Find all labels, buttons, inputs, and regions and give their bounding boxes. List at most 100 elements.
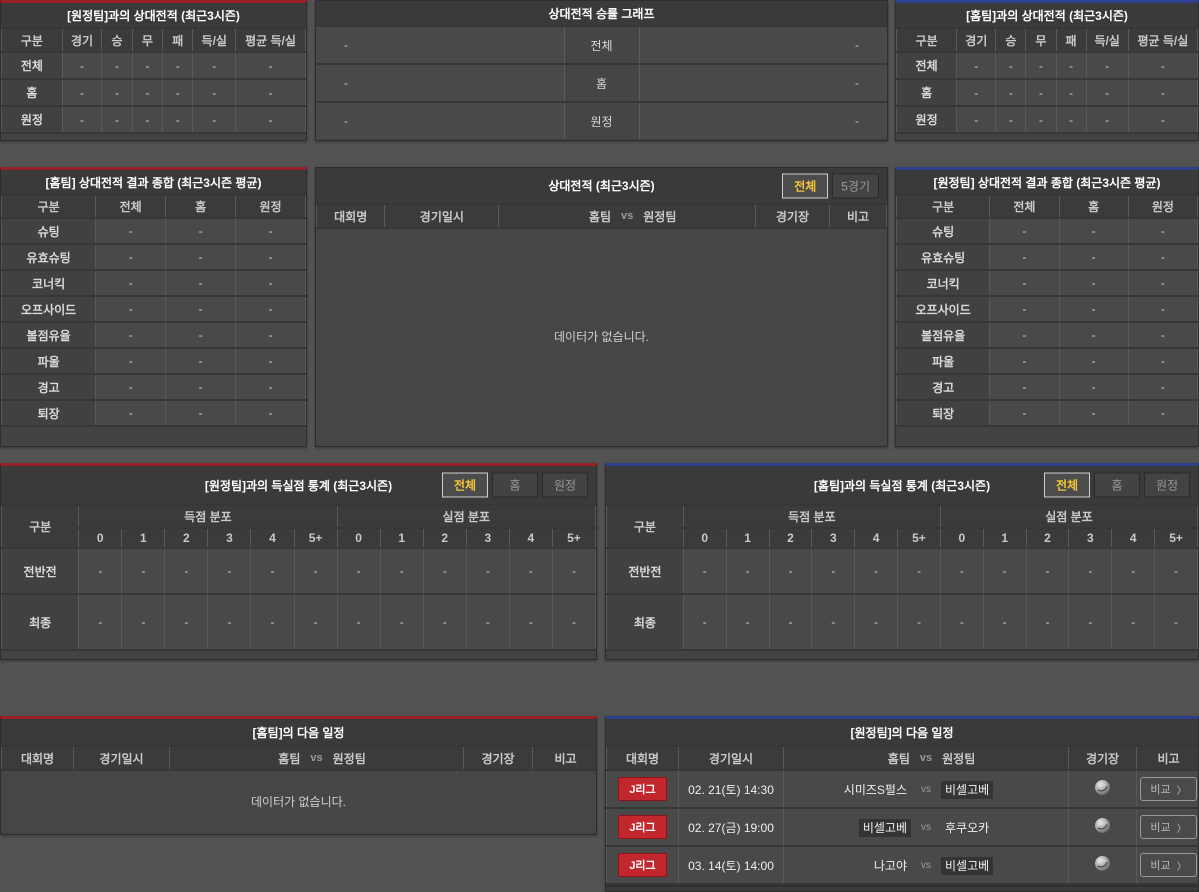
tab-home[interactable]: 홈 — [1094, 472, 1140, 498]
stadium-icon[interactable] — [1094, 779, 1111, 796]
stat-value: - — [1154, 547, 1198, 595]
chevron-right-icon: 〉 — [1176, 861, 1187, 873]
stat-value: - — [61, 51, 103, 80]
league-cell: J리그 — [606, 769, 679, 809]
col-header: 원정 — [1127, 194, 1198, 219]
stat-value: - — [235, 321, 306, 349]
stat-value: - — [811, 547, 856, 595]
row-label: 홈 — [896, 78, 958, 107]
panel-title: 상대전적 (최근3시즌) — [548, 179, 655, 193]
table-header-row: 구분 전체 홈 원정 — [896, 194, 1198, 219]
vs-label: vs — [310, 752, 323, 764]
col-header: 비고 — [532, 745, 596, 771]
col-header-match: 홈팀 vs 원정팀 — [169, 745, 464, 771]
stat-value: - — [1025, 105, 1057, 134]
stadium-icon[interactable] — [1094, 817, 1111, 834]
stat-value: - — [1055, 105, 1087, 134]
stat-value: - — [164, 547, 209, 595]
venue-tabs: 전체 홈 원정 — [1044, 472, 1190, 498]
col-header: 경기장 — [463, 745, 533, 771]
tab-all[interactable]: 전체 — [442, 472, 488, 498]
league-cell: J리그 — [606, 845, 679, 885]
panel-footer — [606, 885, 1198, 891]
stat-value: - — [989, 269, 1060, 297]
row-label: 볼점유율 — [896, 321, 991, 349]
stat-value: - — [1085, 105, 1129, 134]
tab-away[interactable]: 원정 — [542, 472, 588, 498]
col-header: 승 — [995, 27, 1027, 53]
tab-home[interactable]: 홈 — [492, 472, 538, 498]
col-header: 전체 — [989, 194, 1060, 219]
stat-value: - — [989, 347, 1060, 375]
col-header: 구분 — [1, 194, 97, 219]
col-header: 대회명 — [1, 745, 74, 771]
graph-left-value: - — [316, 103, 564, 139]
tab-away[interactable]: 원정 — [1144, 472, 1190, 498]
compare-button[interactable]: 비교 〉 — [1140, 853, 1197, 877]
stadium-cell — [1068, 845, 1137, 885]
panel-title: [홈팀]과의 득실점 통계 (최근3시즌) — [813, 478, 991, 493]
panel-title-bar: 상대전적 (최근3시즌) 전체 5경기 — [316, 168, 887, 203]
stat-value: - — [768, 547, 813, 595]
row-label: 퇴장 — [1, 399, 97, 427]
away-col-label: 원정팀 — [942, 751, 976, 766]
table-header-row: 구분 경기 승 무 패 득/실 평균 득/실 — [1, 27, 306, 53]
panel-title: 상대전적 승률 그래프 — [316, 1, 887, 25]
stat-value: - — [1058, 321, 1129, 349]
schedule-away-table: 대회명 경기일시 홈팀 vs 원정팀 경기장 비고 J리그 02. 21(토) … — [606, 745, 1198, 885]
table-row: 오프사이드 - - - — [1, 295, 306, 323]
row-label: 오프사이드 — [896, 295, 991, 323]
score-col: 4 — [508, 527, 553, 549]
stat-value: - — [989, 243, 1060, 271]
stat-value: - — [162, 105, 194, 134]
stat-value: - — [1058, 295, 1129, 323]
table-row: 원정 ------ — [1, 105, 306, 134]
stadium-icon[interactable] — [1094, 855, 1111, 872]
stat-value: - — [250, 547, 295, 595]
stat-value: - — [1127, 321, 1198, 349]
stat-value: - — [131, 51, 164, 80]
stat-value: - — [1058, 217, 1129, 245]
stat-value: - — [989, 295, 1060, 323]
panel-title: [홈팀]의 다음 일정 — [1, 719, 596, 745]
compare-button[interactable]: 비교 〉 — [1140, 777, 1197, 801]
score-col: 2 — [1025, 527, 1070, 549]
col-header: 대회명 — [316, 203, 386, 229]
row-label: 최종 — [1, 593, 80, 651]
stat-value: - — [162, 78, 194, 107]
stat-value: - — [465, 593, 510, 651]
table-row: 파울 - - - — [896, 347, 1198, 375]
graph-row-label: 전체 — [563, 27, 640, 63]
score-col: 4 — [854, 527, 899, 549]
compare-button[interactable]: 비교 〉 — [1140, 815, 1197, 839]
row-label: 전체 — [896, 51, 958, 80]
summary-home-table: 구분 전체 홈 원정 슈팅 - - - 유효슈팅 - - - 코너킥 - - - 오프사이드 - - -… — [1, 194, 306, 427]
venue-tabs: 전체 홈 원정 — [442, 472, 588, 498]
table-row: 오프사이드 - - - — [896, 295, 1198, 323]
panel-title-bar: [홈팀]과의 득실점 통계 (최근3시즌) 전체 홈 원정 — [606, 466, 1198, 504]
stat-value: - — [939, 593, 984, 651]
tab-5games[interactable]: 5경기 — [832, 173, 879, 198]
row-label: 볼점유율 — [1, 321, 97, 349]
vs-label: vs — [921, 859, 931, 871]
goals-home-table: 구분 득점 분포 실점 분포 0 1 2 3 4 5+ 0 1 2 3 4 5+ 전반전 -----… — [606, 504, 1198, 651]
table-group-header-row: 구분 득점 분포 실점 분포 — [606, 504, 1198, 549]
tab-all[interactable]: 전체 — [782, 173, 829, 198]
col-header: 비고 — [828, 203, 887, 229]
stat-value: - — [235, 295, 306, 323]
stat-value: - — [131, 78, 164, 107]
stat-value: - — [897, 593, 941, 651]
stat-value: - — [1127, 269, 1198, 297]
stat-value: - — [235, 347, 306, 375]
stat-value: - — [250, 593, 295, 651]
table-header-row: 대회명 경기일시 홈팀 vs 원정팀 경기장 비고 — [1, 745, 596, 771]
page: [원정팀]과의 상대전적 (최근3시즌) 구분 경기 승 무 패 득/실 평균 … — [0, 0, 1199, 892]
stat-value: - — [1127, 373, 1198, 401]
score-col: 3 — [811, 527, 856, 549]
tab-all[interactable]: 전체 — [1044, 472, 1090, 498]
graph-right-value: - — [639, 65, 887, 101]
match-teams: 비셀고베 vs 후쿠오카 — [786, 818, 1066, 837]
vs-label: vs — [621, 210, 634, 222]
row-label: 파울 — [1, 347, 97, 375]
vs-label: vs — [921, 783, 931, 795]
